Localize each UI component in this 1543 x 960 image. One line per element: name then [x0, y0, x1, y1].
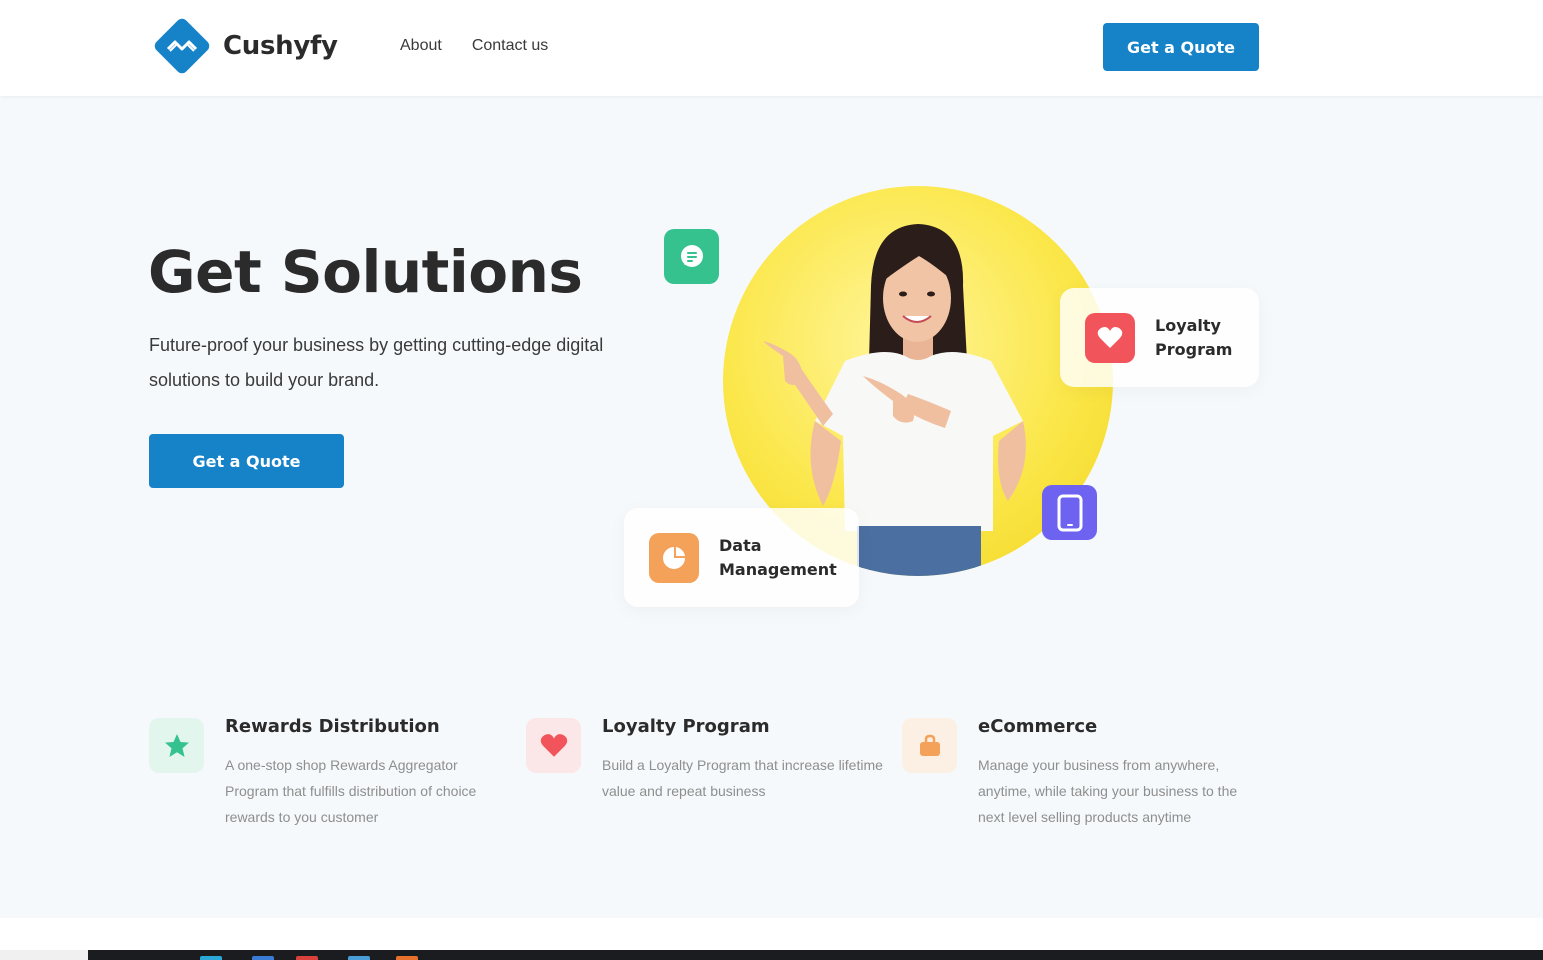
chat-float-badge — [664, 229, 719, 284]
taskbar-search-area[interactable] — [0, 950, 88, 960]
nav-link-about[interactable]: About — [400, 37, 442, 55]
feature-title: Rewards Distribution — [225, 716, 440, 737]
nav-link-contact[interactable]: Contact us — [472, 37, 548, 55]
taskbar-app-icon[interactable] — [396, 956, 418, 960]
feature-description: Manage your business from anywhere, anyt… — [978, 757, 1238, 825]
hero-subtitle: Future-proof your business by getting cu… — [149, 335, 604, 390]
data-card-label-1: Data — [719, 535, 762, 555]
feature-title: Loyalty Program — [602, 716, 770, 737]
page-bottom — [0, 918, 1543, 950]
feature-title: eCommerce — [978, 716, 1098, 737]
top-navbar: Cushyfy About Contact us Get a Quote — [0, 0, 1543, 96]
logo-diamond-icon — [152, 16, 212, 76]
features-row: Rewards Distribution A one-stop shop Rew… — [149, 716, 1259, 836]
heart-icon — [526, 718, 581, 773]
data-management-card: Data Management — [624, 508, 859, 607]
star-icon — [149, 718, 204, 773]
chat-icon — [680, 244, 703, 267]
heart-icon — [1085, 312, 1135, 363]
loyalty-program-card: Loyalty Program — [1060, 288, 1259, 387]
brand-name: Cushyfy — [223, 31, 338, 61]
main-nav: About Contact us — [400, 37, 548, 55]
hero-title: Get Solutions — [148, 238, 583, 306]
data-card-label-2: Management — [719, 559, 837, 579]
logo[interactable]: Cushyfy — [152, 16, 338, 76]
taskbar-app-icon[interactable] — [252, 956, 274, 960]
hero-section: Get Solutions Future-proof your business… — [0, 96, 1543, 918]
os-taskbar — [0, 950, 1543, 960]
loyalty-card-label-2: Program — [1155, 339, 1233, 359]
feature-description: Build a Loyalty Program that increase li… — [602, 757, 883, 799]
shopping-bag-icon — [902, 718, 957, 773]
taskbar-app-icon[interactable] — [296, 956, 318, 960]
header-get-quote-button[interactable]: Get a Quote — [1103, 23, 1259, 71]
hero-get-quote-button[interactable]: Get a Quote — [149, 434, 344, 488]
taskbar-app-icon[interactable] — [200, 956, 222, 960]
pie-chart-icon — [649, 532, 699, 583]
feature-description: A one-stop shop Rewards Aggregator Progr… — [225, 757, 477, 825]
phone-float-badge — [1042, 485, 1097, 540]
taskbar-app-icon[interactable] — [348, 956, 370, 960]
phone-icon — [1057, 494, 1082, 531]
loyalty-card-label-1: Loyalty — [1155, 315, 1221, 335]
